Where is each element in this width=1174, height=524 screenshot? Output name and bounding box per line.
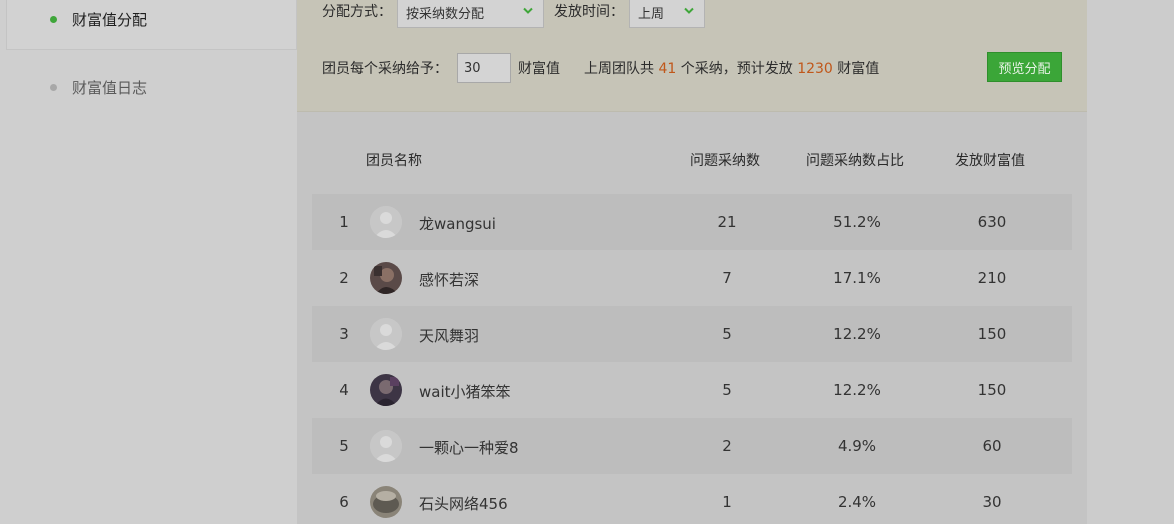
photo-avatar	[370, 486, 402, 518]
default-avatar-icon	[370, 430, 402, 462]
adoption-count: 21	[717, 213, 737, 231]
wealth-value: 210	[977, 269, 1007, 287]
summary-prefix: 上周团队共	[584, 61, 654, 77]
photo-avatar	[370, 262, 402, 294]
row-index: 4	[339, 381, 349, 399]
preview-distribution-button[interactable]: 预览分配	[987, 52, 1062, 82]
header-adoption-ratio: 问题采纳数占比	[806, 153, 904, 169]
row-index: 1	[339, 213, 349, 231]
adoption-count: 1	[722, 493, 732, 511]
per-adoption-label: 团员每个采纳给予：	[322, 61, 448, 77]
bullet-dot-icon	[50, 84, 57, 91]
wealth-value: 150	[977, 381, 1007, 399]
row-index: 6	[339, 493, 349, 511]
summary-count: 41	[658, 61, 677, 77]
mode-label: 分配方式：	[322, 4, 392, 20]
table-row: 6 石头网络456 1 2.4% 30	[312, 474, 1072, 524]
summary-suffix: 财富值	[837, 61, 880, 77]
chevron-down-icon	[523, 7, 533, 14]
sidebar-item-wealth-log[interactable]: 财富值日志	[50, 77, 147, 98]
sidebar: 财富值分配 财富值日志	[0, 0, 297, 524]
table-row: 1 龙wangsui 21 51.2% 630	[312, 194, 1072, 250]
mode-select[interactable]: 按采纳数分配	[397, 0, 544, 28]
header-member-name: 团员名称	[366, 153, 422, 169]
mode-select-value: 按采纳数分配	[406, 7, 485, 22]
header-wealth-value: 发放财富值	[955, 153, 1025, 169]
row-index: 2	[339, 269, 349, 287]
row-index: 3	[339, 325, 349, 343]
default-avatar-icon	[370, 318, 402, 350]
wealth-value: 30	[982, 493, 1002, 511]
member-name[interactable]: 石头网络456	[419, 493, 508, 514]
member-name[interactable]: 一颗心一种爱8	[419, 437, 519, 458]
chevron-down-icon	[684, 7, 694, 14]
wealth-value: 630	[977, 213, 1007, 231]
table-row: 5 一颗心一种爱8 2 4.9% 60	[312, 418, 1072, 474]
summary-mid: 个采纳，预计发放	[680, 61, 793, 77]
wealth-value: 150	[977, 325, 1007, 343]
sidebar-item-label: 财富值分配	[72, 11, 148, 29]
active-dot-icon	[50, 16, 57, 23]
main-panel: 分配方式： 按采纳数分配 发放时间： 上周 团员每个采纳给予： 财富值 上周团队…	[297, 0, 1087, 524]
summary-total: 1230	[797, 61, 833, 77]
adoption-ratio: 4.9%	[837, 437, 877, 455]
table-row: 4 wait小猪笨笨 5 12.2% 150	[312, 362, 1072, 418]
adoption-ratio: 12.2%	[833, 325, 881, 343]
member-name[interactable]: 感怀若深	[419, 269, 479, 290]
per-adoption-unit: 财富值	[518, 61, 560, 77]
adoption-ratio: 2.4%	[837, 493, 877, 511]
sidebar-item-label: 财富值日志	[72, 79, 148, 97]
adoption-count: 5	[722, 381, 732, 399]
table-row: 3 天风舞羽 5 12.2% 150	[312, 306, 1072, 362]
default-avatar-icon	[370, 206, 402, 238]
member-name[interactable]: 龙wangsui	[419, 213, 496, 234]
member-name[interactable]: 天风舞羽	[419, 325, 479, 346]
wealth-value: 60	[982, 437, 1002, 455]
distribution-config: 分配方式： 按采纳数分配 发放时间： 上周 团员每个采纳给予： 财富值 上周团队…	[297, 0, 1087, 112]
per-adoption-input[interactable]	[457, 53, 511, 83]
row-index: 5	[339, 437, 349, 455]
member-name[interactable]: wait小猪笨笨	[419, 381, 511, 402]
summary-text: 上周团队共 41 个采纳，预计发放 1230 财富值	[584, 58, 879, 78]
right-margin	[1087, 0, 1174, 524]
sidebar-item-wealth-distribution[interactable]: 财富值分配	[50, 9, 147, 30]
adoption-count: 2	[722, 437, 732, 455]
adoption-ratio: 51.2%	[833, 213, 881, 231]
adoption-count: 7	[722, 269, 732, 287]
adoption-count: 5	[722, 325, 732, 343]
table-row: 2 感怀若深 7 17.1% 210	[312, 250, 1072, 306]
adoption-ratio: 17.1%	[833, 269, 881, 287]
time-label: 发放时间：	[554, 4, 624, 20]
time-select-value: 上周	[638, 7, 665, 22]
photo-avatar	[370, 374, 402, 406]
page: 财富值分配 财富值日志 分配方式： 按采纳数分配 发放时间： 上周 团员每个采纳…	[0, 0, 1174, 524]
adoption-ratio: 12.2%	[833, 381, 881, 399]
time-select[interactable]: 上周	[629, 0, 705, 28]
header-adoption-count: 问题采纳数	[690, 153, 760, 169]
